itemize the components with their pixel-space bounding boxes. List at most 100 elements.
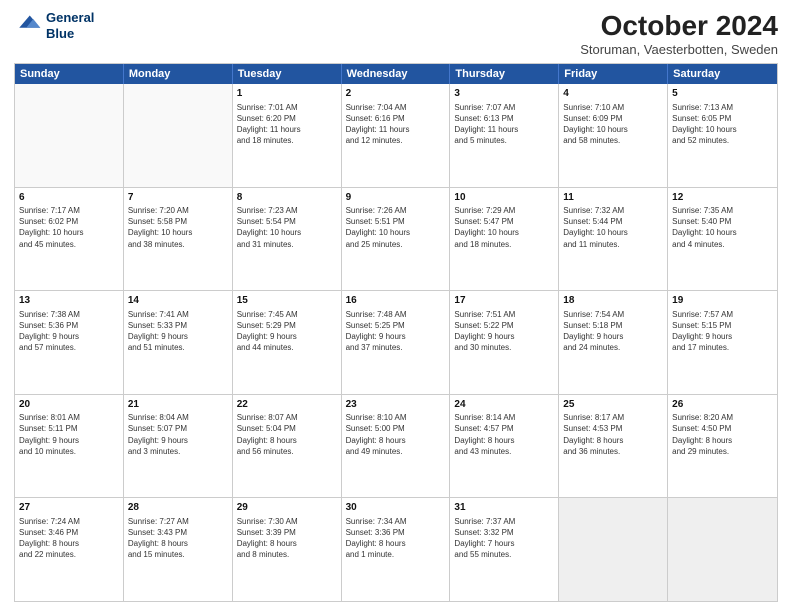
day-number: 7 — [128, 191, 228, 205]
day-number: 27 — [19, 501, 119, 515]
day-info: Sunrise: 7:57 AM Sunset: 5:15 PM Dayligh… — [672, 309, 773, 354]
day-number: 22 — [237, 398, 337, 412]
calendar-cell: 24Sunrise: 8:14 AM Sunset: 4:57 PM Dayli… — [450, 395, 559, 498]
calendar-cell — [15, 84, 124, 187]
calendar-cell: 25Sunrise: 8:17 AM Sunset: 4:53 PM Dayli… — [559, 395, 668, 498]
cal-header-cell: Saturday — [668, 64, 777, 84]
logo-icon — [14, 12, 42, 40]
calendar: SundayMondayTuesdayWednesdayThursdayFrid… — [14, 63, 778, 602]
calendar-body: 1Sunrise: 7:01 AM Sunset: 6:20 PM Daylig… — [15, 84, 777, 601]
day-info: Sunrise: 7:01 AM Sunset: 6:20 PM Dayligh… — [237, 102, 337, 147]
day-info: Sunrise: 7:24 AM Sunset: 3:46 PM Dayligh… — [19, 516, 119, 561]
day-info: Sunrise: 7:54 AM Sunset: 5:18 PM Dayligh… — [563, 309, 663, 354]
calendar-cell: 19Sunrise: 7:57 AM Sunset: 5:15 PM Dayli… — [668, 291, 777, 394]
day-info: Sunrise: 7:45 AM Sunset: 5:29 PM Dayligh… — [237, 309, 337, 354]
calendar-cell: 10Sunrise: 7:29 AM Sunset: 5:47 PM Dayli… — [450, 188, 559, 291]
day-number: 24 — [454, 398, 554, 412]
day-number: 12 — [672, 191, 773, 205]
day-number: 19 — [672, 294, 773, 308]
day-number: 25 — [563, 398, 663, 412]
day-number: 21 — [128, 398, 228, 412]
day-info: Sunrise: 8:01 AM Sunset: 5:11 PM Dayligh… — [19, 412, 119, 457]
calendar-cell — [559, 498, 668, 601]
calendar-cell: 14Sunrise: 7:41 AM Sunset: 5:33 PM Dayli… — [124, 291, 233, 394]
day-number: 13 — [19, 294, 119, 308]
day-info: Sunrise: 7:48 AM Sunset: 5:25 PM Dayligh… — [346, 309, 446, 354]
calendar-cell: 28Sunrise: 7:27 AM Sunset: 3:43 PM Dayli… — [124, 498, 233, 601]
day-number: 28 — [128, 501, 228, 515]
calendar-cell: 18Sunrise: 7:54 AM Sunset: 5:18 PM Dayli… — [559, 291, 668, 394]
calendar-cell: 30Sunrise: 7:34 AM Sunset: 3:36 PM Dayli… — [342, 498, 451, 601]
calendar-cell: 9Sunrise: 7:26 AM Sunset: 5:51 PM Daylig… — [342, 188, 451, 291]
day-info: Sunrise: 7:38 AM Sunset: 5:36 PM Dayligh… — [19, 309, 119, 354]
calendar-cell: 27Sunrise: 7:24 AM Sunset: 3:46 PM Dayli… — [15, 498, 124, 601]
day-number: 15 — [237, 294, 337, 308]
day-number: 26 — [672, 398, 773, 412]
day-number: 18 — [563, 294, 663, 308]
calendar-row: 13Sunrise: 7:38 AM Sunset: 5:36 PM Dayli… — [15, 291, 777, 395]
subtitle: Storuman, Vaesterbotten, Sweden — [580, 42, 778, 57]
day-number: 16 — [346, 294, 446, 308]
day-info: Sunrise: 8:07 AM Sunset: 5:04 PM Dayligh… — [237, 412, 337, 457]
calendar-row: 6Sunrise: 7:17 AM Sunset: 6:02 PM Daylig… — [15, 188, 777, 292]
calendar-cell: 22Sunrise: 8:07 AM Sunset: 5:04 PM Dayli… — [233, 395, 342, 498]
calendar-cell: 2Sunrise: 7:04 AM Sunset: 6:16 PM Daylig… — [342, 84, 451, 187]
day-info: Sunrise: 8:10 AM Sunset: 5:00 PM Dayligh… — [346, 412, 446, 457]
day-number: 17 — [454, 294, 554, 308]
calendar-cell: 11Sunrise: 7:32 AM Sunset: 5:44 PM Dayli… — [559, 188, 668, 291]
day-info: Sunrise: 7:10 AM Sunset: 6:09 PM Dayligh… — [563, 102, 663, 147]
title-block: October 2024 Storuman, Vaesterbotten, Sw… — [580, 10, 778, 57]
day-number: 5 — [672, 87, 773, 101]
page: General Blue October 2024 Storuman, Vaes… — [0, 0, 792, 612]
calendar-row: 27Sunrise: 7:24 AM Sunset: 3:46 PM Dayli… — [15, 498, 777, 601]
logo-text: General Blue — [46, 10, 94, 41]
calendar-cell: 26Sunrise: 8:20 AM Sunset: 4:50 PM Dayli… — [668, 395, 777, 498]
calendar-cell — [668, 498, 777, 601]
calendar-cell: 21Sunrise: 8:04 AM Sunset: 5:07 PM Dayli… — [124, 395, 233, 498]
calendar-cell: 7Sunrise: 7:20 AM Sunset: 5:58 PM Daylig… — [124, 188, 233, 291]
day-info: Sunrise: 7:51 AM Sunset: 5:22 PM Dayligh… — [454, 309, 554, 354]
day-number: 3 — [454, 87, 554, 101]
calendar-cell: 8Sunrise: 7:23 AM Sunset: 5:54 PM Daylig… — [233, 188, 342, 291]
cal-header-cell: Tuesday — [233, 64, 342, 84]
calendar-cell: 5Sunrise: 7:13 AM Sunset: 6:05 PM Daylig… — [668, 84, 777, 187]
calendar-row: 20Sunrise: 8:01 AM Sunset: 5:11 PM Dayli… — [15, 395, 777, 499]
calendar-cell: 31Sunrise: 7:37 AM Sunset: 3:32 PM Dayli… — [450, 498, 559, 601]
calendar-cell: 23Sunrise: 8:10 AM Sunset: 5:00 PM Dayli… — [342, 395, 451, 498]
main-title: October 2024 — [580, 10, 778, 42]
cal-header-cell: Wednesday — [342, 64, 451, 84]
day-info: Sunrise: 7:23 AM Sunset: 5:54 PM Dayligh… — [237, 205, 337, 250]
day-number: 6 — [19, 191, 119, 205]
day-number: 20 — [19, 398, 119, 412]
day-info: Sunrise: 7:32 AM Sunset: 5:44 PM Dayligh… — [563, 205, 663, 250]
day-info: Sunrise: 8:20 AM Sunset: 4:50 PM Dayligh… — [672, 412, 773, 457]
day-info: Sunrise: 7:07 AM Sunset: 6:13 PM Dayligh… — [454, 102, 554, 147]
cal-header-cell: Thursday — [450, 64, 559, 84]
calendar-cell: 3Sunrise: 7:07 AM Sunset: 6:13 PM Daylig… — [450, 84, 559, 187]
day-info: Sunrise: 7:34 AM Sunset: 3:36 PM Dayligh… — [346, 516, 446, 561]
header: General Blue October 2024 Storuman, Vaes… — [14, 10, 778, 57]
day-info: Sunrise: 7:13 AM Sunset: 6:05 PM Dayligh… — [672, 102, 773, 147]
calendar-cell: 12Sunrise: 7:35 AM Sunset: 5:40 PM Dayli… — [668, 188, 777, 291]
day-info: Sunrise: 8:04 AM Sunset: 5:07 PM Dayligh… — [128, 412, 228, 457]
day-info: Sunrise: 7:17 AM Sunset: 6:02 PM Dayligh… — [19, 205, 119, 250]
day-info: Sunrise: 7:41 AM Sunset: 5:33 PM Dayligh… — [128, 309, 228, 354]
calendar-cell: 1Sunrise: 7:01 AM Sunset: 6:20 PM Daylig… — [233, 84, 342, 187]
day-number: 4 — [563, 87, 663, 101]
cal-header-cell: Monday — [124, 64, 233, 84]
day-info: Sunrise: 7:27 AM Sunset: 3:43 PM Dayligh… — [128, 516, 228, 561]
day-info: Sunrise: 7:04 AM Sunset: 6:16 PM Dayligh… — [346, 102, 446, 147]
logo-line2: Blue — [46, 26, 94, 42]
day-number: 8 — [237, 191, 337, 205]
day-number: 30 — [346, 501, 446, 515]
calendar-cell: 13Sunrise: 7:38 AM Sunset: 5:36 PM Dayli… — [15, 291, 124, 394]
cal-header-cell: Sunday — [15, 64, 124, 84]
day-number: 29 — [237, 501, 337, 515]
day-number: 11 — [563, 191, 663, 205]
day-info: Sunrise: 7:30 AM Sunset: 3:39 PM Dayligh… — [237, 516, 337, 561]
day-info: Sunrise: 7:35 AM Sunset: 5:40 PM Dayligh… — [672, 205, 773, 250]
cal-header-cell: Friday — [559, 64, 668, 84]
day-info: Sunrise: 8:17 AM Sunset: 4:53 PM Dayligh… — [563, 412, 663, 457]
calendar-cell: 6Sunrise: 7:17 AM Sunset: 6:02 PM Daylig… — [15, 188, 124, 291]
calendar-cell: 4Sunrise: 7:10 AM Sunset: 6:09 PM Daylig… — [559, 84, 668, 187]
